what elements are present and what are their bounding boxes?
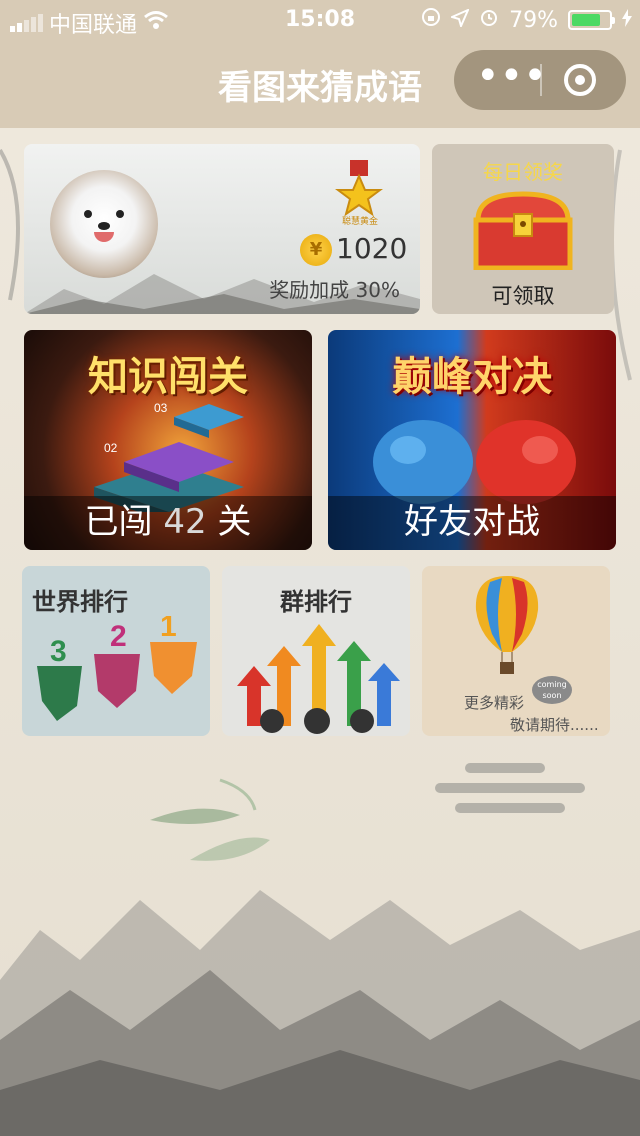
daily-reward-status: 可领取: [491, 284, 555, 308]
page-title: 看图来猜成语: [218, 68, 422, 108]
location-icon: [449, 7, 471, 33]
close-target-icon[interactable]: [564, 64, 596, 96]
battery-icon: [568, 10, 615, 30]
rising-arrows-icon: [237, 624, 400, 734]
battle-mode-title: 巅峰对决: [392, 353, 552, 400]
group-ranking-title: 群排行: [280, 588, 352, 616]
profile-card[interactable]: 聪慧黄金 ¥ 1020 奖励加成 30%: [24, 144, 420, 314]
capsule-divider: [540, 64, 542, 96]
world-ranking-title: 世界排行: [32, 588, 128, 616]
stage-mode-card[interactable]: 知识闯关 02 03 已闯 42 关: [24, 330, 312, 550]
friend-battle-card[interactable]: 巅峰对决 好友对战: [328, 330, 616, 550]
reward-bonus: 奖励加成 30%: [269, 278, 400, 302]
svg-text:2: 2: [110, 620, 127, 653]
boxing-gloves-icon: [373, 420, 576, 504]
status-bar: 中国联通 15:08 79%: [0, 0, 640, 40]
coming-soon-badge: coming soon: [532, 676, 572, 704]
stage-progress-number: 42: [163, 502, 207, 542]
charging-icon: [622, 8, 632, 33]
more-dots-icon[interactable]: •••: [476, 50, 547, 110]
more-text-line2: 敬请期待......: [510, 716, 599, 734]
coming-soon-card[interactable]: coming soon 更多精彩 敬请期待......: [422, 566, 610, 736]
navigation-bar: 看图来猜成语 •••: [0, 40, 640, 128]
group-ranking-card[interactable]: 群排行: [222, 566, 410, 736]
coin-count: 1020: [336, 232, 408, 265]
stage-progress: 已闯 42 关: [24, 496, 312, 550]
world-ranking-card[interactable]: 世界排行 3 2 1: [22, 566, 210, 736]
svg-text:1: 1: [160, 616, 177, 643]
coin-icon: ¥: [300, 234, 332, 266]
mini-program-capsule: •••: [454, 50, 626, 110]
podium-numbers-icon: 3 2 1: [37, 616, 197, 721]
more-text-line1: 更多精彩: [464, 694, 525, 712]
books-stairs-icon: 02 03: [94, 401, 244, 512]
stage-progress-prefix: 已闯: [84, 502, 164, 542]
gold-medal-icon: [335, 160, 383, 217]
daily-reward-title: 每日领奖: [483, 160, 563, 184]
svg-text:3: 3: [50, 635, 67, 668]
status-right: 79%: [421, 7, 632, 33]
avatar[interactable]: [50, 170, 158, 278]
svg-text:02: 02: [104, 441, 118, 455]
battery-percent: 79%: [509, 7, 558, 33]
medal-title: 聪慧黄金: [341, 217, 378, 227]
daily-reward-card[interactable]: 每日领奖 可领取: [432, 144, 614, 314]
treasure-chest-icon: [473, 191, 573, 270]
stage-progress-suffix: 关: [206, 502, 252, 542]
alarm-icon: [479, 7, 499, 33]
friend-battle-label: 好友对战: [328, 496, 616, 550]
hot-air-balloon-icon: [475, 576, 539, 674]
rotation-lock-icon: [421, 7, 441, 33]
svg-text:03: 03: [154, 401, 168, 415]
